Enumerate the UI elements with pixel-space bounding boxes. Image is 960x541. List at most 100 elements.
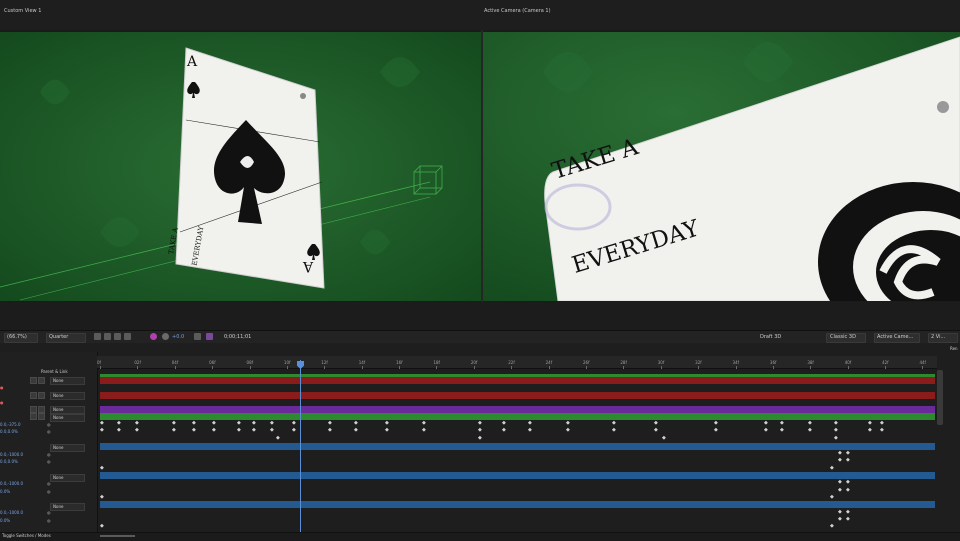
stopwatch-icon[interactable]: ◎ bbox=[47, 510, 51, 515]
keyframe-icon[interactable]: ◆ bbox=[100, 466, 104, 471]
layer-value-5[interactable]: 0.0,-1000.0 bbox=[0, 481, 23, 486]
keyframe-icon[interactable]: ◆ bbox=[528, 428, 532, 433]
keyframe-icon[interactable]: ◆ bbox=[846, 510, 850, 515]
keyframe-icon[interactable]: ◆ bbox=[237, 421, 241, 426]
keyframe-icon[interactable]: ◆ bbox=[478, 428, 482, 433]
transparency-icon[interactable] bbox=[104, 333, 111, 340]
track-blue-1[interactable] bbox=[100, 443, 935, 450]
keyframe-icon[interactable]: ◆ bbox=[830, 466, 834, 471]
stopwatch-icon[interactable]: ◎ bbox=[47, 489, 51, 494]
layer-value-6[interactable]: 0.0% bbox=[0, 489, 10, 494]
keyframe-icon[interactable]: ◆ bbox=[100, 524, 104, 529]
track-blue-3[interactable] bbox=[100, 501, 935, 508]
left-view-title[interactable]: Custom View 1 bbox=[4, 8, 41, 14]
keyframe-icon[interactable]: ◆ bbox=[328, 421, 332, 426]
grid-icon[interactable] bbox=[94, 333, 101, 340]
keyframe-icon[interactable]: ◆ bbox=[868, 421, 872, 426]
keyframe-icon[interactable]: ◆ bbox=[868, 428, 872, 433]
active-camera-viewport[interactable]: TAKE A EVERYDAY bbox=[483, 32, 960, 301]
renderer-tab[interactable]: Ren bbox=[950, 346, 958, 351]
keyframe-icon[interactable]: ◆ bbox=[834, 421, 838, 426]
timeline-scrollbar[interactable] bbox=[937, 370, 943, 425]
keyframe-icon[interactable]: ◆ bbox=[838, 480, 842, 485]
keyframe-icon[interactable]: ◆ bbox=[714, 428, 718, 433]
layer-switch-box[interactable] bbox=[30, 392, 37, 399]
layer-switch-box[interactable] bbox=[30, 377, 37, 384]
keyframe-icon[interactable]: ◆ bbox=[502, 421, 506, 426]
keyframe-icon[interactable]: ◆ bbox=[880, 421, 884, 426]
keyframe-icon[interactable]: ◆ bbox=[846, 458, 850, 463]
track-red-2[interactable] bbox=[100, 392, 935, 399]
keyframe-icon[interactable]: ◆ bbox=[808, 421, 812, 426]
keyframe-icon[interactable]: ◆ bbox=[172, 421, 176, 426]
keyframe-icon[interactable]: ◆ bbox=[780, 428, 784, 433]
keyframe-icon[interactable]: ◆ bbox=[880, 428, 884, 433]
layer-switch-box[interactable] bbox=[30, 413, 37, 420]
keyframe-icon[interactable]: ◆ bbox=[714, 421, 718, 426]
keyframe-icon[interactable]: ◆ bbox=[100, 495, 104, 500]
keyframe-icon[interactable]: ◆ bbox=[838, 517, 842, 522]
custom-view-viewport[interactable]: A A TAKE A EVERYDAY bbox=[0, 32, 481, 301]
keyframe-icon[interactable]: ◆ bbox=[354, 428, 358, 433]
keyframe-icon[interactable]: ◆ bbox=[834, 428, 838, 433]
keyframe-icon[interactable]: ◆ bbox=[846, 517, 850, 522]
keyframe-icon[interactable]: ◆ bbox=[192, 428, 196, 433]
playhead[interactable] bbox=[300, 360, 301, 532]
keyframe-icon[interactable]: ◆ bbox=[117, 428, 121, 433]
keyframe-icon[interactable]: ◆ bbox=[135, 421, 139, 426]
keyframe-icon[interactable]: ◆ bbox=[192, 421, 196, 426]
keyframe-icon[interactable]: ◆ bbox=[566, 428, 570, 433]
keyframe-icon[interactable]: ◆ bbox=[212, 428, 216, 433]
layer-switch-box[interactable] bbox=[38, 406, 45, 413]
keyframe-icon[interactable]: ◆ bbox=[478, 421, 482, 426]
keyframe-icon[interactable]: ◆ bbox=[292, 421, 296, 426]
keyframe-icon[interactable]: ◆ bbox=[276, 436, 280, 441]
zoom-slider[interactable] bbox=[100, 535, 135, 537]
stopwatch-icon[interactable]: ◎ bbox=[47, 452, 51, 457]
show-snapshot-icon[interactable] bbox=[206, 333, 213, 340]
keyframe-icon[interactable]: ◆ bbox=[100, 421, 104, 426]
toggle-switches-modes[interactable]: Toggle Switches / Modes bbox=[2, 533, 51, 538]
keyframe-icon[interactable]: ◆ bbox=[654, 428, 658, 433]
keyframe-icon[interactable]: ◆ bbox=[764, 421, 768, 426]
keyframe-icon[interactable]: ◆ bbox=[135, 428, 139, 433]
layer-value-2[interactable]: 0.0,0.0% bbox=[0, 429, 18, 434]
renderer-label[interactable]: Draft 3D bbox=[760, 334, 781, 340]
exposure-icon[interactable] bbox=[162, 333, 169, 340]
keyframe-icon[interactable]: ◆ bbox=[612, 421, 616, 426]
keyframe-icon[interactable]: ◆ bbox=[354, 421, 358, 426]
exposure-value[interactable]: +0.0 bbox=[172, 334, 184, 340]
keyframe-icon[interactable]: ◆ bbox=[838, 510, 842, 515]
keyframe-icon[interactable]: ◆ bbox=[270, 428, 274, 433]
keyframe-icon[interactable]: ◆ bbox=[385, 428, 389, 433]
keyframe-icon[interactable]: ◆ bbox=[117, 421, 121, 426]
stopwatch-icon[interactable]: ◎ bbox=[47, 459, 51, 464]
layer-value-3[interactable]: 0.0,-1000.0 bbox=[0, 452, 23, 457]
keyframe-icon[interactable]: ◆ bbox=[830, 524, 834, 529]
keyframe-icon[interactable]: ◆ bbox=[838, 488, 842, 493]
keyframe-icon[interactable]: ◆ bbox=[502, 428, 506, 433]
region-icon[interactable] bbox=[124, 333, 131, 340]
keyframe-icon[interactable]: ◆ bbox=[212, 421, 216, 426]
keyframe-icon[interactable]: ◆ bbox=[422, 421, 426, 426]
stopwatch-icon[interactable]: ◎ bbox=[47, 429, 51, 434]
keyframe-icon[interactable]: ◆ bbox=[237, 428, 241, 433]
layer-switch-box[interactable] bbox=[30, 406, 37, 413]
layer-switch-box[interactable] bbox=[38, 392, 45, 399]
keyframe-icon[interactable]: ◆ bbox=[566, 421, 570, 426]
stopwatch-icon[interactable]: ◎ bbox=[47, 518, 51, 523]
right-view-title[interactable]: Active Camera (Camera 1) bbox=[484, 8, 551, 14]
keyframe-icon[interactable]: ◆ bbox=[838, 458, 842, 463]
layer-value-8[interactable]: 0.0% bbox=[0, 518, 10, 523]
keyframe-icon[interactable]: ◆ bbox=[846, 480, 850, 485]
layer-name-red-2[interactable]: ● bbox=[0, 400, 4, 405]
keyframe-icon[interactable]: ◆ bbox=[830, 495, 834, 500]
keyframe-icon[interactable]: ◆ bbox=[780, 421, 784, 426]
layer-value-7[interactable]: 0.0,-1000.0 bbox=[0, 510, 23, 515]
track-purple[interactable] bbox=[100, 406, 935, 413]
color-channel-icon[interactable] bbox=[150, 333, 157, 340]
keyframe-icon[interactable]: ◆ bbox=[838, 451, 842, 456]
timecode[interactable]: 0;00;11;01 bbox=[224, 334, 251, 340]
keyframe-icon[interactable]: ◆ bbox=[478, 436, 482, 441]
keyframe-icon[interactable]: ◆ bbox=[422, 428, 426, 433]
